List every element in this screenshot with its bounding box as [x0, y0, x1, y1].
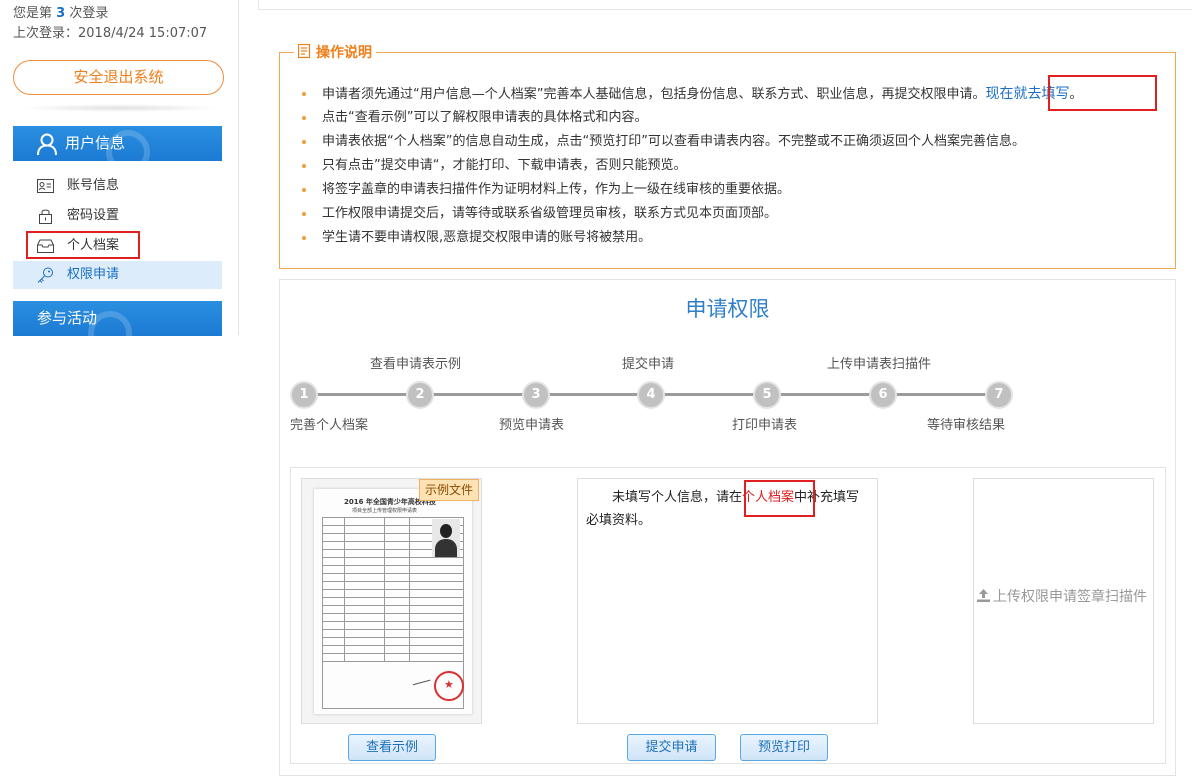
sample-file-badge: 示例文件	[419, 479, 480, 501]
logout-button[interactable]: 安全退出系统	[13, 60, 224, 95]
step-2-label: 查看申请表示例	[370, 357, 462, 372]
step-5-label: 打印申请表	[732, 418, 798, 433]
instruction-item: 工作权限申请提交后，请等待或联系省级管理员审核，联系方式见本页面顶部。	[302, 205, 1164, 223]
top-strip	[258, 0, 1192, 10]
step-2-circle: 2	[408, 383, 432, 407]
sidebar-item-account-info[interactable]: 账号信息	[13, 172, 222, 200]
step-3-label: 预览申请表	[499, 418, 565, 433]
instruction-item: 申请者须先通过“用户信息—个人档案”完善本人基础信息，包括身份信息、联系方式、职…	[302, 85, 1164, 104]
sidebar-item-label: 账号信息	[67, 178, 120, 193]
user-info-header[interactable]: 用户信息	[13, 126, 222, 161]
step-1-label: 完善个人档案	[290, 418, 369, 433]
sidebar-divider	[238, 0, 239, 335]
doc-rule	[322, 661, 464, 662]
sidebar-item-label: 个人档案	[67, 238, 120, 253]
activity-header[interactable]: 参与活动	[13, 301, 222, 336]
id-card-icon	[37, 179, 54, 193]
instruction-item: 申请表依据“个人档案”的信息自动生成，点击“预览打印”可以查看申请表内容。不完整…	[302, 133, 1164, 151]
instruction-item: 点击“查看示例”可以了解权限申请表的具体格式和内容。	[302, 109, 1164, 127]
profile-missing-message: 未填写个人信息，请在个人档案中补充填写必填资料。	[586, 490, 860, 528]
doc-photo-head	[440, 524, 452, 538]
preview-print-button[interactable]: 预览打印	[740, 734, 828, 761]
key-icon	[37, 267, 53, 283]
doc-rule	[344, 517, 345, 661]
sidebar-item-permission-apply[interactable]: 权限申请	[13, 261, 222, 289]
step-6-circle: 6	[871, 383, 895, 407]
submit-application-button[interactable]: 提交申请	[627, 734, 716, 761]
sidebar-item-password[interactable]: 密码设置	[13, 202, 222, 230]
sidebar-item-label: 权限申请	[67, 267, 120, 282]
last-login-text: 上次登录：2018/4/24 15:07:07	[13, 26, 208, 41]
doc-rule	[384, 517, 385, 661]
fill-now-link[interactable]: 现在就去填写	[985, 86, 1069, 102]
step-7-circle: 7	[987, 383, 1011, 407]
doc-signature	[411, 674, 431, 686]
apply-title: 申请权限	[685, 297, 770, 321]
step-4-label: 提交申请	[622, 357, 675, 372]
sidebar-item-label: 密码设置	[67, 208, 120, 223]
instruction-item: 学生请不要申请权限,恶意提交权限申请的账号将被禁用。	[302, 229, 1164, 247]
view-sample-button[interactable]: 查看示例	[348, 734, 436, 761]
activity-title: 参与活动	[37, 309, 98, 327]
upload-icon	[977, 589, 990, 602]
doc-stamp: ★	[434, 671, 464, 701]
step-6-label: 上传申请表扫描件	[827, 357, 932, 372]
instructions-title: 操作说明	[294, 43, 376, 63]
login-count-text: 您是第 3 次登录	[13, 6, 109, 21]
sample-document-image[interactable]: 2016 年全国青少年高校科技 项目全部上传管理权限申请表 ★	[301, 478, 482, 724]
doc-rule	[322, 708, 464, 709]
doc-paper: 2016 年全国青少年高校科技 项目全部上传管理权限申请表 ★	[314, 489, 472, 714]
user-icon	[37, 133, 57, 156]
lock-icon	[39, 209, 52, 224]
doc-rule	[322, 517, 323, 708]
profile-link[interactable]: 个人档案	[742, 490, 794, 505]
doc-photo	[432, 519, 460, 557]
instruction-item: 只有点击”提交申请“，才能打印、下载申请表，否则只能预览。	[302, 157, 1164, 175]
doc-rule	[463, 517, 464, 708]
doc-subtitle: 项目全部上传管理权限申请表	[352, 508, 418, 514]
doc-stamp-star: ★	[444, 678, 454, 691]
logout-shadow	[20, 104, 220, 112]
login-count: 3	[56, 6, 66, 21]
sidebar: 您是第 3 次登录 上次登录：2018/4/24 15:07:07 安全退出系统…	[0, 0, 238, 779]
step-3-circle: 3	[524, 383, 548, 407]
instruction-item: 将签字盖章的申请表扫描件作为证明材料上传，作为上一级在线审核的重要依据。	[302, 181, 1164, 199]
archive-icon	[37, 239, 54, 253]
user-info-title: 用户信息	[65, 134, 126, 152]
step-4-circle: 4	[639, 383, 663, 407]
doc-photo-body	[435, 539, 457, 557]
step-1-circle: 1	[292, 383, 316, 407]
step-7-label: 等待审核结果	[927, 418, 1006, 433]
step-5-circle: 5	[755, 383, 779, 407]
document-icon	[298, 44, 311, 59]
sidebar-item-profile[interactable]: 个人档案	[13, 232, 222, 260]
upload-scan-label[interactable]: 上传权限申请签章扫描件	[976, 586, 1154, 606]
doc-rule	[409, 517, 410, 661]
